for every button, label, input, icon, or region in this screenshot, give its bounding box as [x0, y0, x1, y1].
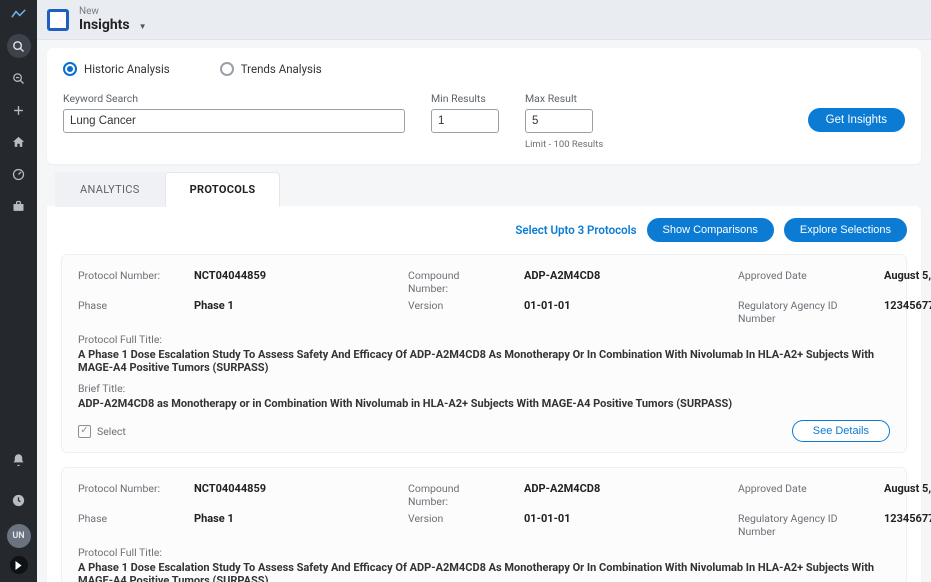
module-icon — [47, 9, 69, 31]
page-title: Insights — [79, 17, 130, 33]
max-results-input[interactable] — [525, 109, 593, 133]
tab-analytics[interactable]: ANALYTICS — [55, 172, 165, 207]
reg-agency-label: Regulatory Agency ID Number — [738, 299, 858, 325]
compound-number-label: Compound Number: — [408, 482, 498, 508]
see-details-button[interactable]: See Details — [792, 420, 890, 442]
compound-number-value: ADP-A2M4CD8 — [524, 482, 600, 508]
left-sidebar: UN — [0, 0, 37, 582]
limit-hint: Limit - 100 Results — [525, 139, 603, 150]
title-dropdown-icon[interactable]: ▼ — [139, 22, 147, 31]
approved-date-value: August 5, 2019 — [884, 482, 931, 508]
app-logo — [8, 6, 30, 20]
search-panel: Historic Analysis Trends Analysis Keywor… — [47, 48, 921, 164]
protocol-card: Protocol Number: NCT04044859 Compound Num… — [61, 467, 907, 582]
radio-historic-analysis[interactable]: Historic Analysis — [63, 62, 170, 76]
nav-briefcase-icon[interactable] — [7, 194, 31, 218]
compound-number-value: ADP-A2M4CD8 — [524, 269, 600, 295]
approved-date-label: Approved Date — [738, 482, 858, 508]
phase-label: Phase — [78, 299, 168, 325]
max-results-label: Max Result — [525, 92, 603, 105]
check-icon: ✓ — [78, 425, 91, 438]
full-title-value: A Phase 1 Dose Escalation Study To Asses… — [78, 561, 890, 582]
phase-value: Phase 1 — [194, 299, 234, 325]
results-panel: Select Upto 3 Protocols Show Comparisons… — [47, 206, 921, 582]
nav-clock-icon[interactable] — [7, 488, 31, 512]
nav-expand-icon[interactable] — [10, 556, 28, 574]
nav-gauge-icon[interactable] — [7, 162, 31, 186]
full-title-label: Protocol Full Title: — [78, 546, 890, 559]
min-results-label: Min Results — [431, 92, 499, 105]
nav-plus-icon[interactable] — [7, 98, 31, 122]
protocol-number-label: Protocol Number: — [78, 482, 168, 508]
radio-trends-analysis[interactable]: Trends Analysis — [220, 62, 322, 76]
keyword-label: Keyword Search — [63, 92, 405, 105]
main-area: New Insights ▼ Historic Analysis Trends … — [37, 0, 931, 582]
brief-title-label: Brief Title: — [78, 382, 890, 395]
version-label: Version — [408, 512, 498, 538]
keyword-input[interactable] — [63, 109, 405, 133]
tab-protocols[interactable]: PROTOCOLS — [165, 172, 281, 207]
protocol-number-value: NCT04044859 — [194, 269, 266, 295]
explore-selections-button[interactable]: Explore Selections — [784, 218, 907, 242]
version-value: 01-01-01 — [524, 512, 571, 538]
full-title-label: Protocol Full Title: — [78, 333, 890, 346]
reg-agency-value: 12345677 — [884, 512, 931, 538]
protocol-number-value: NCT04044859 — [194, 482, 266, 508]
phase-value: Phase 1 — [194, 512, 234, 538]
compound-number-label: Compound Number: — [408, 269, 498, 295]
show-comparisons-button[interactable]: Show Comparisons — [647, 218, 774, 242]
approved-date-label: Approved Date — [738, 269, 858, 295]
approved-date-value: August 5, 2019 — [884, 269, 931, 295]
radio-historic-label: Historic Analysis — [84, 62, 170, 76]
header-new-label: New — [79, 6, 147, 17]
nav-zoom-icon[interactable] — [7, 66, 31, 90]
min-results-input[interactable] — [431, 109, 499, 133]
results-tabs: ANALYTICS PROTOCOLS — [47, 172, 921, 207]
phase-label: Phase — [78, 512, 168, 538]
nav-home-icon[interactable] — [7, 130, 31, 154]
full-title-value: A Phase 1 Dose Escalation Study To Asses… — [78, 348, 890, 374]
nav-bell-icon[interactable] — [7, 448, 31, 472]
reg-agency-value: 12345677 — [884, 299, 931, 325]
protocol-card: Protocol Number: NCT04044859 Compound Num… — [61, 254, 907, 453]
reg-agency-label: Regulatory Agency ID Number — [738, 512, 858, 538]
avatar[interactable]: UN — [7, 524, 31, 548]
brief-title-value: ADP-A2M4CD8 as Monotherapy or in Combina… — [78, 397, 890, 410]
get-insights-button[interactable]: Get Insights — [808, 108, 905, 132]
protocol-number-label: Protocol Number: — [78, 269, 168, 295]
select-label: Select — [97, 425, 126, 438]
version-label: Version — [408, 299, 498, 325]
select-checkbox[interactable]: ✓ Select — [78, 425, 126, 438]
page-header: New Insights ▼ — [37, 0, 931, 40]
nav-search-icon[interactable] — [7, 34, 31, 58]
select-upto-text: Select Upto 3 Protocols — [515, 223, 636, 237]
version-value: 01-01-01 — [524, 299, 571, 325]
radio-trends-label: Trends Analysis — [241, 62, 322, 76]
